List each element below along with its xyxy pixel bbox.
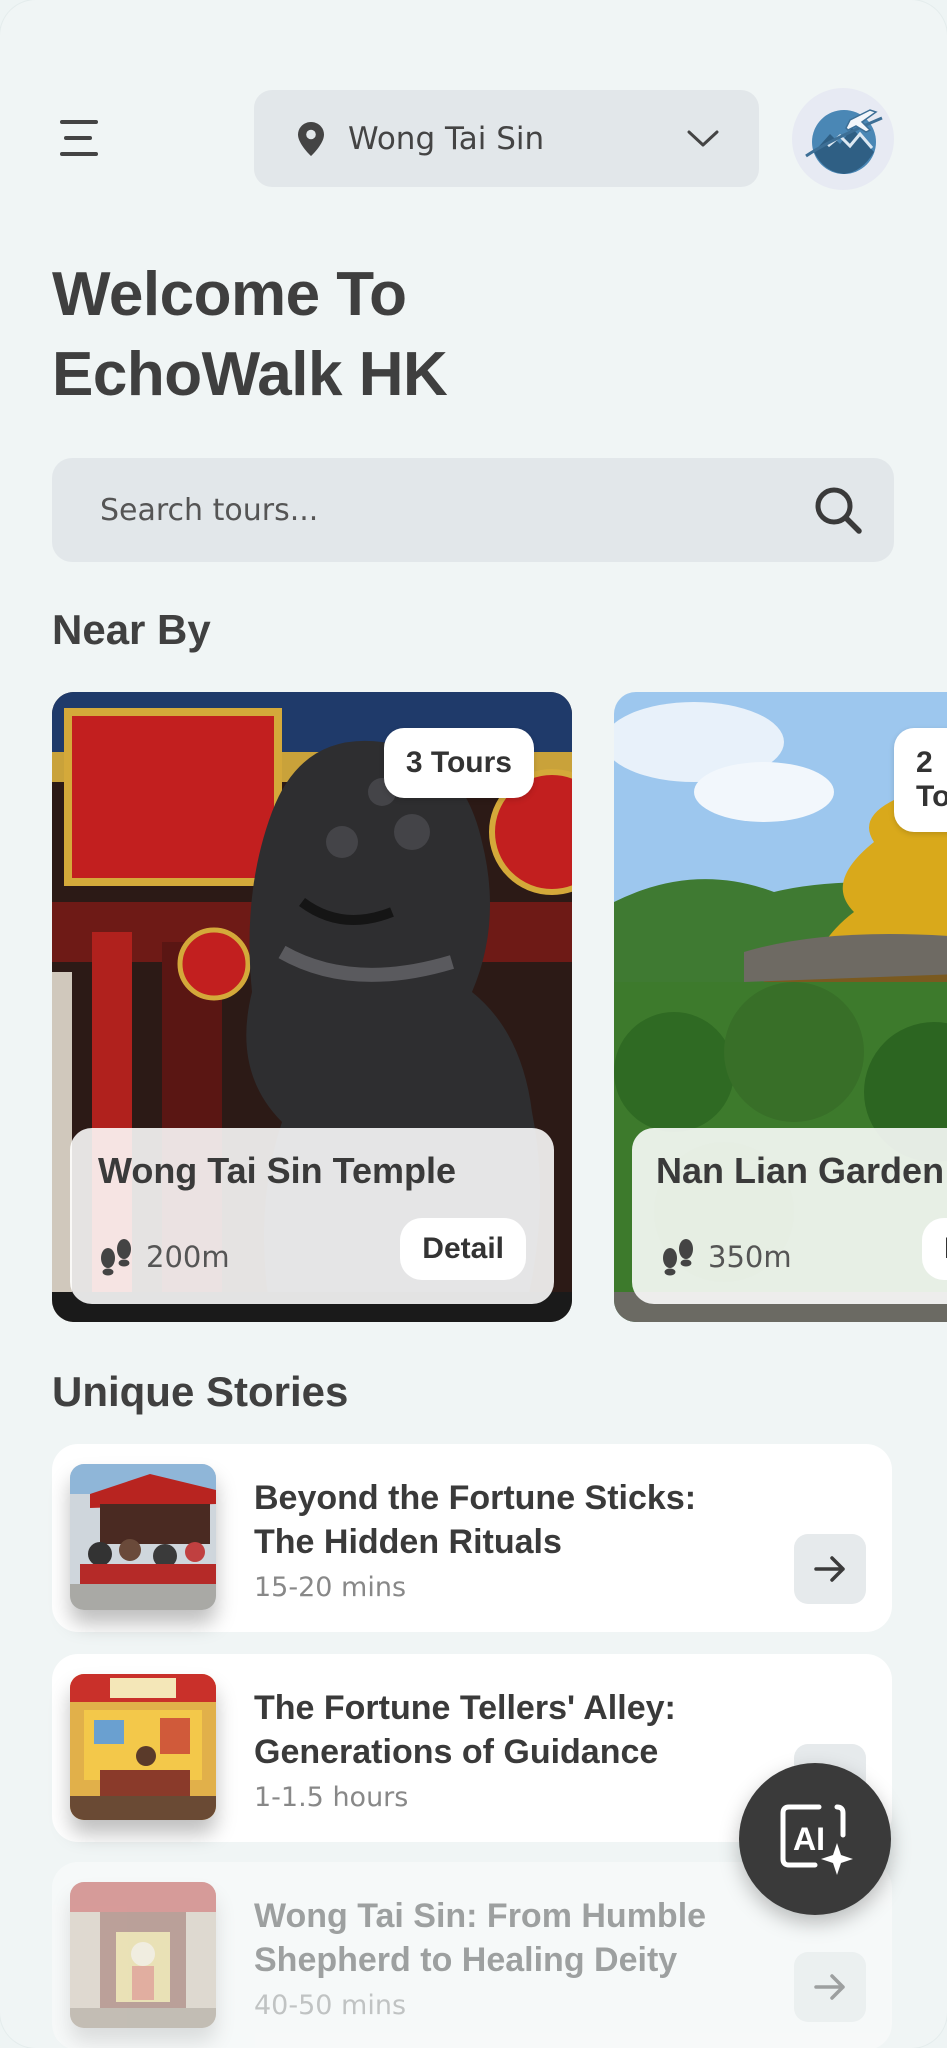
- story-thumbnail: [70, 1674, 216, 1820]
- detail-button[interactable]: Detail: [400, 1218, 526, 1280]
- story-duration: 40-50 mins: [254, 1990, 407, 2021]
- search-icon[interactable]: [812, 484, 864, 536]
- ai-sparkle-icon: AI: [780, 1804, 853, 1875]
- story-title: Beyond the Fortune Sticks: The Hidden Ri…: [254, 1476, 774, 1564]
- distance-row: 350m: [660, 1238, 792, 1276]
- story-duration: 1-1.5 hours: [254, 1782, 409, 1813]
- arrow-right-icon: [814, 1556, 845, 1582]
- temple-crowd-image: [70, 1464, 216, 1610]
- section-title-stories: Unique Stories: [52, 1368, 349, 1415]
- story-title-line: Beyond the Fortune Sticks:: [254, 1479, 697, 1517]
- ai-assistant-button[interactable]: AI: [739, 1763, 891, 1915]
- distance-row: 200m: [98, 1238, 230, 1276]
- story-title-line: Shepherd to Healing Deity: [254, 1941, 678, 1979]
- location-label: Wong Tai Sin: [348, 120, 545, 157]
- story-title-line: Wong Tai Sin: From Humble: [254, 1897, 707, 1935]
- chevron-down-icon: [687, 130, 719, 146]
- story-title-line: The Hidden Rituals: [254, 1523, 562, 1561]
- distance-label: 350m: [708, 1240, 792, 1274]
- search-bar: [52, 458, 894, 562]
- map-pin-icon: [298, 121, 324, 156]
- detail-button[interactable]: Detail: [922, 1218, 947, 1280]
- card-title: Wong Tai Sin Temple: [98, 1150, 457, 1191]
- open-story-button[interactable]: [794, 1534, 866, 1604]
- menu-line: [60, 120, 98, 124]
- section-title-nearby: Near By: [52, 606, 211, 653]
- story-title-line: Generations of Guidance: [254, 1733, 659, 1771]
- deity-shrine-image: [70, 1882, 216, 2028]
- fortune-stall-image: [70, 1674, 216, 1820]
- story-duration: 15-20 mins: [254, 1572, 407, 1603]
- story-thumbnail: [70, 1464, 216, 1610]
- card-info-panel: Nan Lian Garden 350m Detail: [632, 1128, 947, 1304]
- open-story-button[interactable]: [794, 1952, 866, 2022]
- page-title: Welcome To EchoWalk HK: [52, 255, 448, 415]
- footsteps-icon: [101, 1239, 131, 1276]
- tours-badge: 2 Tours: [894, 728, 947, 832]
- location-selector[interactable]: Wong Tai Sin: [254, 90, 759, 187]
- avatar[interactable]: [792, 88, 894, 190]
- distance-label: 200m: [146, 1240, 230, 1274]
- card-title: Nan Lian Garden: [656, 1150, 945, 1191]
- menu-line: [64, 136, 92, 140]
- tours-badge: 3 Tours: [383, 728, 534, 798]
- title-line-2: EchoWalk HK: [52, 340, 448, 409]
- nearby-card-nan-lian-garden[interactable]: 2 Tours Nan Lian Garden 350m Detail: [614, 692, 947, 1322]
- story-title: The Fortune Tellers' Alley: Generations …: [254, 1686, 774, 1774]
- story-title: Wong Tai Sin: From Humble Shepherd to He…: [254, 1894, 774, 1982]
- menu-line: [60, 152, 98, 156]
- story-item[interactable]: Beyond the Fortune Sticks: The Hidden Ri…: [52, 1444, 892, 1632]
- ai-label: AI: [793, 1821, 825, 1857]
- airplane-globe-icon: [805, 109, 883, 174]
- story-thumbnail: [70, 1882, 216, 2028]
- menu-button[interactable]: [56, 116, 106, 164]
- card-info-panel: Wong Tai Sin Temple 200m Detail: [70, 1128, 554, 1304]
- app-screen: Wong Tai Sin Welcome To EchoWalk HK Near…: [0, 0, 947, 2048]
- nearby-card-wong-tai-sin[interactable]: 3 Tours Wong Tai Sin Temple 200m Detail: [52, 692, 572, 1322]
- arrow-right-icon: [814, 1974, 845, 2000]
- search-input[interactable]: [98, 491, 812, 529]
- footsteps-icon: [663, 1239, 693, 1276]
- title-line-1: Welcome To: [52, 260, 407, 329]
- story-title-line: The Fortune Tellers' Alley:: [254, 1689, 676, 1727]
